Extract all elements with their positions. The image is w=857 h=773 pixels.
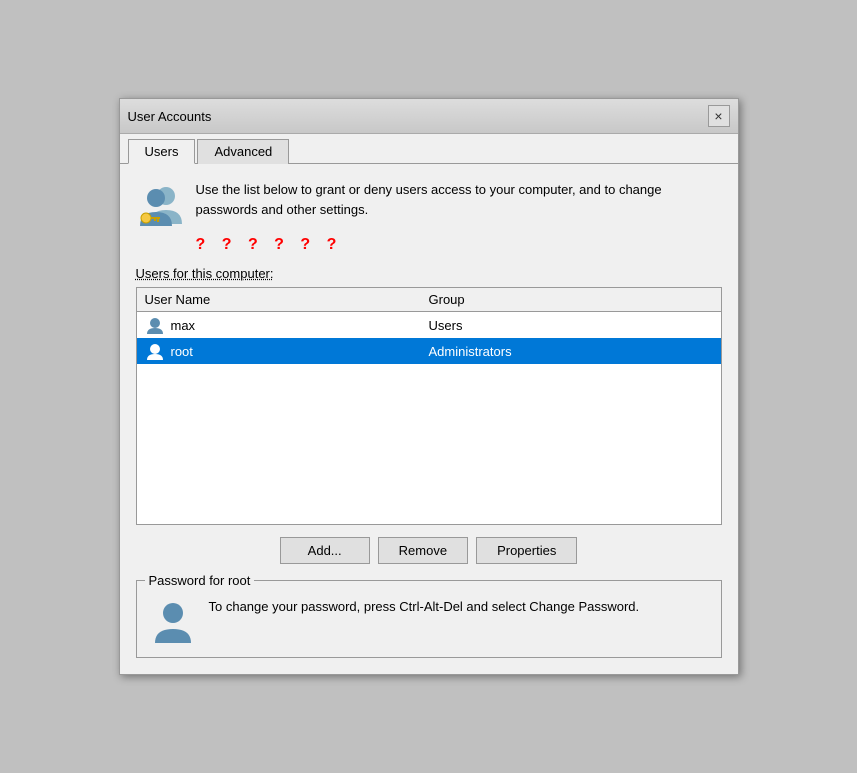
question-marks: ? ? ? ? ? ? [196,236,722,254]
user-accounts-window: User Accounts × Users Advanced [119,98,739,675]
password-content: To change your password, press Ctrl-Alt-… [149,597,709,645]
header-username: User Name [145,292,429,307]
tab-content: Use the list below to grant or deny user… [120,164,738,674]
user-row-icon [145,342,165,360]
title-bar: User Accounts × [120,99,738,134]
user-group-cell: Administrators [429,344,713,359]
action-buttons: Add... Remove Properties [136,537,722,564]
info-row: Use the list below to grant or deny user… [136,180,722,228]
add-button[interactable]: Add... [280,537,370,564]
user-name-cell: root [145,342,429,360]
table-row[interactable]: max Users [137,312,721,338]
user-group-cell: Users [429,318,713,333]
table-row[interactable]: root Administrators [137,338,721,364]
tab-advanced[interactable]: Advanced [197,139,289,164]
password-description: To change your password, press Ctrl-Alt-… [209,597,640,617]
table-empty-space [137,364,721,524]
user-row-icon [145,316,165,334]
close-button[interactable]: × [708,105,730,127]
user-name-cell: max [145,316,429,334]
header-group: Group [429,292,713,307]
info-description: Use the list below to grant or deny user… [196,180,722,219]
users-icon [136,180,184,228]
remove-button[interactable]: Remove [378,537,468,564]
table-header: User Name Group [137,288,721,312]
tab-bar: Users Advanced [120,134,738,164]
window-title: User Accounts [128,109,212,124]
tab-users[interactable]: Users [128,139,196,164]
password-user-icon [149,597,197,645]
password-legend: Password for root [145,573,255,588]
users-table: User Name Group max Users [136,287,722,525]
password-section: Password for root To change your passwor… [136,580,722,658]
users-for-computer-label: Users for this computer: [136,266,722,281]
properties-button[interactable]: Properties [476,537,577,564]
